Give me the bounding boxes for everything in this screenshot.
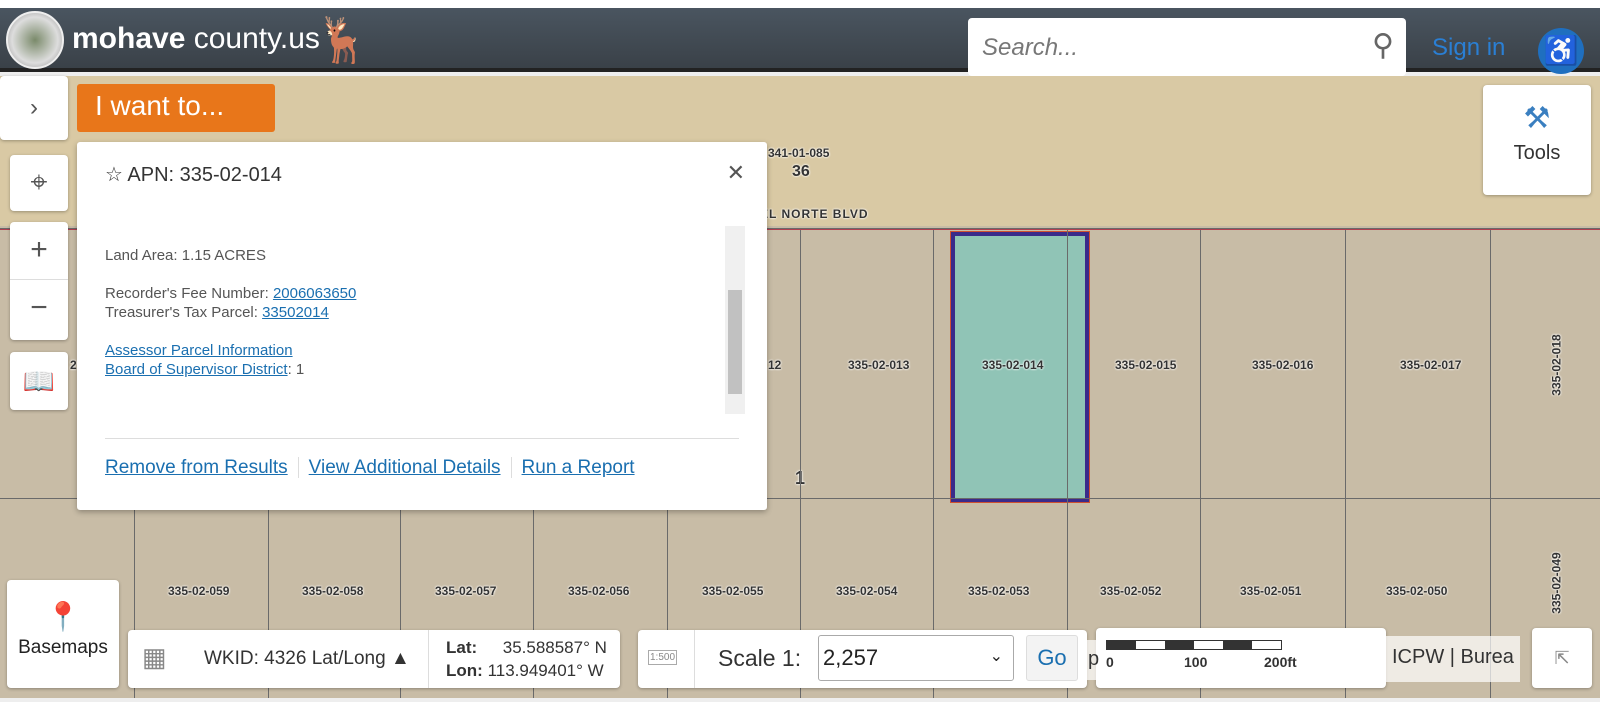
basemaps-label: Basemaps	[18, 637, 108, 658]
recorder-label: Recorder's Fee Number:	[105, 285, 273, 302]
treasurer-parcel-link[interactable]: 33502014	[262, 304, 329, 321]
lon-value: 113.949401° W	[487, 661, 604, 680]
treasurer-label: Treasurer's Tax Parcel:	[105, 304, 263, 321]
favorite-star-icon[interactable]: ☆	[105, 164, 123, 186]
view-details-link[interactable]: View Additional Details	[308, 457, 512, 478]
elk-icon: 🦌	[315, 16, 370, 65]
wkid-selector[interactable]: WKID: 4326 Lat/Long ▲	[204, 648, 410, 670]
recorder-fee-link[interactable]: 2006063650	[273, 285, 356, 302]
parcel-label: 335-02-014	[982, 358, 1044, 372]
scalebar-tick: 0	[1106, 654, 1114, 670]
assessor-info-link[interactable]: Assessor Parcel Information	[105, 342, 293, 359]
expand-panel-button[interactable]: ›	[0, 76, 68, 140]
basemap-pin-icon: 📍	[45, 601, 81, 632]
lon-label: Lon:	[446, 661, 483, 680]
tools-label: Tools	[1513, 142, 1561, 164]
tools-button[interactable]: ⚒ Tools	[1483, 85, 1591, 195]
attribution-fragment: p	[1087, 640, 1101, 680]
basemaps-button[interactable]: 📍 Basemaps	[7, 580, 119, 688]
zoom-in-button[interactable]: +	[10, 222, 68, 280]
top-border	[0, 0, 1600, 8]
scalebar	[1106, 640, 1282, 650]
zoom-out-button[interactable]: −	[10, 280, 68, 338]
parcel-label: 335-02-058	[302, 584, 364, 598]
search-icon[interactable]: ⚲	[1372, 28, 1394, 63]
header: mohave county.us 🦌 Search... ⚲ Sign in ♿	[0, 8, 1600, 76]
road-label: EL NORTE BLVD	[760, 207, 869, 221]
parcel-popup: ☆ APN: 335-02-014 ✕ Land Area: 1.15 ACRE…	[77, 142, 767, 510]
parcel-label: 335-02-015	[1115, 358, 1177, 372]
supervisor-district-link[interactable]: Board of Supervisor District	[105, 361, 288, 378]
scale-panel: 1:500 Scale 1: 2,257 ⌄ Go	[638, 630, 1087, 688]
scalebar-panel: 0 100 200ft	[1096, 628, 1386, 688]
parcel-label: 12	[768, 358, 782, 372]
coordinates-panel: ▦ WKID: 4326 Lat/Long ▲ Lat: 35.588587° …	[128, 630, 620, 688]
i-want-to-button[interactable]: I want to...	[77, 84, 275, 132]
scalebar-tick: 200ft	[1264, 654, 1297, 670]
parcel-label: 335-02-055	[702, 584, 764, 598]
parcel-label: 335-02-018	[1549, 334, 1564, 396]
site-logo-text[interactable]: mohave county.us	[72, 22, 320, 56]
section-number: 36	[792, 163, 810, 180]
lat-label: Lat:	[446, 638, 478, 657]
parcel-label: 335-02-059	[168, 584, 230, 598]
parcel-boundary	[800, 230, 801, 698]
scroll-thumb[interactable]	[728, 290, 742, 394]
search-placeholder: Search...	[982, 34, 1079, 61]
sign-in-link[interactable]: Sign in	[1432, 34, 1505, 62]
bookmarks-button[interactable]: 📖	[10, 352, 68, 410]
parcel-label: 2	[70, 358, 77, 372]
zoom-controls: + −	[10, 222, 68, 340]
land-area: Land Area: 1.15 ACRES	[105, 247, 266, 264]
scale-value: 2,257	[823, 645, 879, 670]
run-report-link[interactable]: Run a Report	[522, 457, 645, 478]
chevron-down-icon: ⌄	[989, 648, 1003, 665]
parcel-label: 335-02-057	[435, 584, 497, 598]
close-icon[interactable]: ✕	[727, 160, 745, 186]
parcel-label: 341-01-085	[768, 146, 830, 160]
parcel-label: 335-02-049	[1549, 552, 1564, 614]
scale-icon: 1:500	[648, 650, 678, 665]
book-icon: 📖	[22, 366, 56, 396]
parcel-boundary	[933, 230, 934, 698]
tools-icon: ⚒	[1523, 102, 1551, 135]
remove-from-results-link[interactable]: Remove from Results	[105, 457, 299, 478]
parcel-label: 335-02-050	[1386, 584, 1448, 598]
parcel-label: 335-02-052	[1100, 584, 1162, 598]
parcel-label: 335-02-051	[1240, 584, 1302, 598]
crosshair-icon: ⌖	[30, 166, 48, 199]
parcel-label: 335-02-054	[836, 584, 898, 598]
parcel-label: 335-02-016	[1252, 358, 1314, 372]
scalebar-tick: 100	[1184, 654, 1208, 670]
parcel-boundary	[1490, 230, 1491, 698]
scale-select[interactable]: 2,257 ⌄	[818, 635, 1014, 681]
district-value: : 1	[287, 361, 305, 378]
site-name-bold: mohave	[72, 22, 186, 55]
locate-button[interactable]: ⌖	[10, 155, 68, 211]
apn-title: APN: 335-02-014	[127, 164, 282, 186]
coordinate-grid-icon: ▦	[142, 642, 167, 672]
parcel-label: 335-02-056	[568, 584, 630, 598]
search-input[interactable]: Search... ⚲	[968, 18, 1406, 76]
collapse-attribution-button[interactable]: ⇱	[1532, 628, 1592, 688]
parcel-boundary	[1067, 230, 1068, 698]
parcel-label: 335-02-053	[968, 584, 1030, 598]
popup-title: ☆ APN: 335-02-014	[105, 162, 282, 187]
attribution-text: ICPW | Burea	[1386, 636, 1520, 682]
county-seal-logo[interactable]	[6, 11, 64, 69]
go-button[interactable]: Go	[1026, 635, 1078, 681]
site-name-rest: county.us	[185, 22, 320, 55]
popup-scrollbar[interactable]	[725, 226, 745, 414]
popup-actions: Remove from Results View Additional Detai…	[105, 438, 739, 479]
lat-value: 35.588587° N	[502, 638, 607, 657]
scale-label: Scale 1:	[718, 645, 802, 671]
accessibility-icon[interactable]: ♿	[1538, 28, 1584, 74]
parcel-label: 335-02-013	[848, 358, 910, 372]
parcel-label: 335-02-017	[1400, 358, 1462, 372]
